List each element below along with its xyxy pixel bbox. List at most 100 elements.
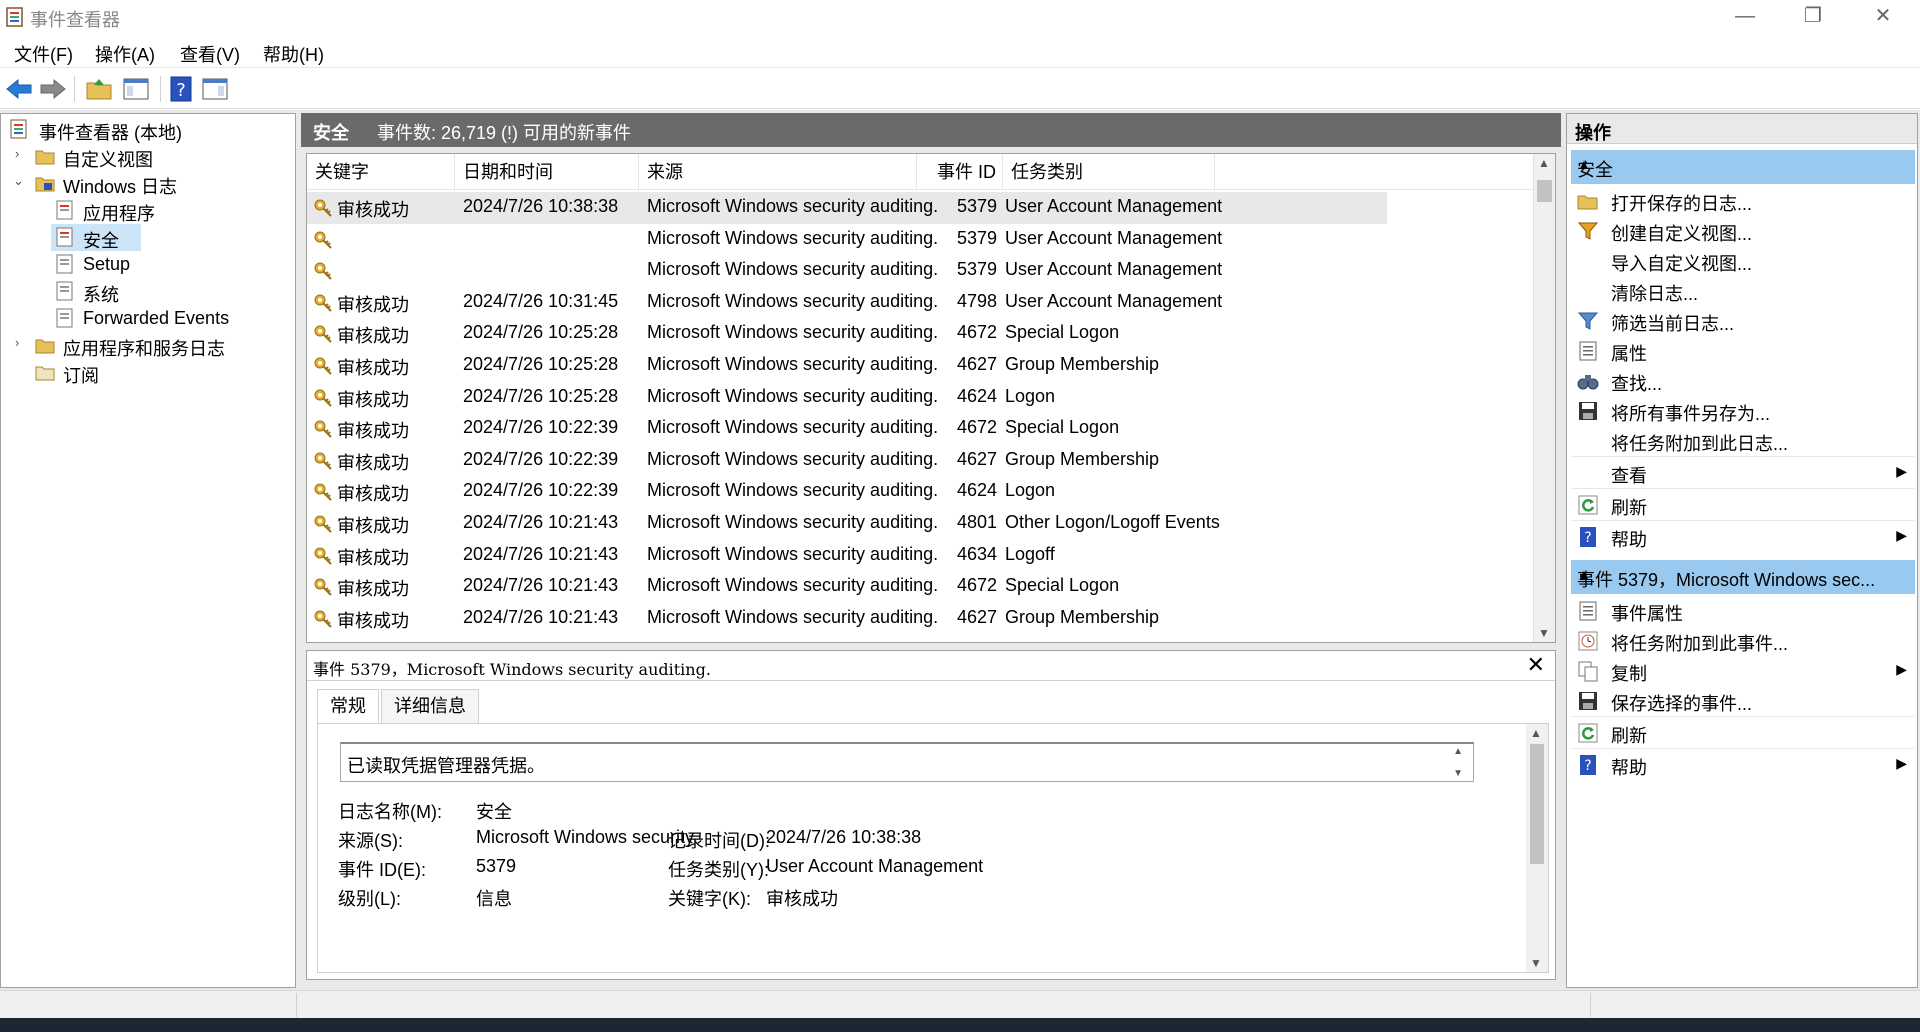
tree-item-custom-views[interactable]: › 自定义视图 bbox=[5, 143, 285, 170]
restore-button[interactable]: ❐ bbox=[1778, 0, 1848, 34]
action-save-all-events[interactable]: 将所有事件另存为... bbox=[1571, 396, 1915, 426]
cell-datetime: 2024/7/26 10:21:43 bbox=[463, 575, 619, 596]
action-clear-log[interactable]: 清除日志... bbox=[1571, 276, 1915, 306]
action-attach-task-to-log[interactable]: 将任务附加到此日志... bbox=[1571, 426, 1915, 456]
action-attach-task-to-event[interactable]: 将任务附加到此事件... bbox=[1571, 626, 1915, 656]
action-refresh[interactable]: 刷新 bbox=[1571, 490, 1915, 520]
column-keyword[interactable]: 关键字 bbox=[307, 154, 455, 190]
action-help-event[interactable]: ? 帮助 ▶ bbox=[1571, 750, 1915, 780]
show-hide-action-pane-icon[interactable] bbox=[200, 74, 230, 104]
action-copy[interactable]: 复制 ▶ bbox=[1571, 656, 1915, 686]
menu-file[interactable]: 文件(F) bbox=[14, 41, 73, 67]
forward-arrow-icon[interactable] bbox=[38, 74, 68, 104]
column-task-category[interactable]: 任务类别 bbox=[1003, 154, 1215, 190]
action-create-custom-view[interactable]: 创建自定义视图... bbox=[1571, 216, 1915, 246]
tree-item-security[interactable]: 安全 bbox=[51, 224, 141, 251]
expand-chevron-icon[interactable]: › bbox=[15, 146, 29, 161]
action-properties[interactable]: 属性 bbox=[1571, 336, 1915, 366]
scroll-down-icon[interactable]: ▼ bbox=[1530, 956, 1542, 970]
column-datetime[interactable]: 日期和时间 bbox=[455, 154, 639, 190]
table-row[interactable]: Microsoft Windows security auditing. 5379… bbox=[307, 224, 1387, 256]
description-box[interactable]: 已读取凭据管理器凭据。 ▲ ▼ bbox=[340, 742, 1474, 782]
tree-item-system[interactable]: 系统 bbox=[51, 278, 171, 305]
table-row[interactable]: 审核成功 2024/7/26 10:22:39 Microsoft Windows … bbox=[307, 445, 1387, 477]
audit-key-icon bbox=[314, 325, 332, 344]
section-event[interactable]: 事件 5379，Microsoft Windows sec... ▲ bbox=[1571, 560, 1915, 594]
close-details-icon[interactable]: ✕ bbox=[1527, 652, 1545, 678]
action-help[interactable]: ? 帮助 ▶ bbox=[1571, 522, 1915, 552]
action-filter-current-log[interactable]: 筛选当前日志... bbox=[1571, 306, 1915, 336]
table-row[interactable]: 审核成功 2024/7/26 10:25:28 Microsoft Windows … bbox=[307, 382, 1387, 414]
action-view[interactable]: 查看 ▶ bbox=[1571, 458, 1915, 488]
scroll-down-icon[interactable]: ▼ bbox=[1538, 626, 1550, 640]
column-source[interactable]: 来源 bbox=[639, 154, 917, 190]
audit-key-icon bbox=[314, 294, 332, 312]
scroll-thumb[interactable] bbox=[1530, 744, 1544, 864]
details-tabs: 常规 详细信息 bbox=[317, 689, 1547, 725]
tree-item-subscriptions[interactable]: 订阅 bbox=[5, 359, 285, 386]
cell-source: Microsoft Windows security auditing. bbox=[647, 385, 939, 406]
minimize-button[interactable]: — bbox=[1710, 0, 1780, 34]
expand-chevron-icon[interactable]: › bbox=[15, 335, 29, 350]
cell-task: Group Membership bbox=[1005, 448, 1160, 469]
collapse-up-icon[interactable]: ▲ bbox=[1577, 156, 1877, 172]
filter-icon bbox=[1577, 222, 1599, 240]
show-hide-tree-icon[interactable] bbox=[121, 74, 151, 104]
action-save-selected-events[interactable]: 保存选择的事件... bbox=[1571, 686, 1915, 716]
table-row[interactable]: 审核成功 2024/7/26 10:25:28 Microsoft Windows … bbox=[307, 318, 1387, 350]
collapse-chevron-icon[interactable]: ⌄ bbox=[13, 173, 27, 189]
cell-source: Microsoft Windows security auditing. bbox=[647, 322, 939, 343]
action-refresh-event[interactable]: 刷新 bbox=[1571, 718, 1915, 748]
folder-up-icon[interactable] bbox=[84, 74, 114, 104]
help-icon[interactable]: ? bbox=[166, 74, 196, 104]
collapse-up-icon[interactable]: ▲ bbox=[1577, 566, 1877, 582]
action-event-properties[interactable]: 事件属性 bbox=[1571, 596, 1915, 626]
menu-help[interactable]: 帮助(H) bbox=[263, 41, 324, 67]
details-title: 事件 5379，Microsoft Windows security audit… bbox=[313, 660, 711, 679]
scroll-thumb[interactable] bbox=[1537, 180, 1552, 202]
submenu-arrow-icon: ▶ bbox=[1896, 661, 1907, 677]
tree-item-windows-logs[interactable]: ⌄ Windows 日志 bbox=[5, 170, 285, 197]
action-import-custom-view[interactable]: 导入自定义视图... bbox=[1571, 246, 1915, 276]
tree-item-forwarded-events[interactable]: Forwarded Events bbox=[51, 305, 271, 332]
table-row[interactable]: Microsoft Windows security auditing. 5379… bbox=[307, 255, 1387, 287]
cell-task: Group Membership bbox=[1005, 606, 1160, 627]
tree-root[interactable]: 事件查看器 (本地) bbox=[5, 116, 285, 143]
tab-general[interactable]: 常规 bbox=[317, 689, 379, 725]
table-row[interactable]: 审核成功 2024/7/26 10:21:43 Microsoft Windows … bbox=[307, 508, 1387, 540]
action-open-saved-log[interactable]: 打开保存的日志... bbox=[1571, 186, 1915, 216]
tree-item-setup[interactable]: Setup bbox=[51, 251, 171, 278]
scroll-up-icon[interactable]: ▲ bbox=[1530, 726, 1542, 740]
tree-item-application[interactable]: 应用程序 bbox=[51, 197, 171, 224]
action-find[interactable]: 查找... bbox=[1571, 366, 1915, 396]
scroll-up-icon[interactable]: ▲ bbox=[1453, 746, 1463, 757]
back-arrow-icon[interactable] bbox=[4, 74, 34, 104]
details-scrollbar[interactable]: ▲ ▼ bbox=[1526, 724, 1548, 972]
cell-task: Special Logon bbox=[1005, 322, 1120, 343]
scroll-down-icon[interactable]: ▼ bbox=[1453, 768, 1463, 779]
table-row[interactable]: 审核成功 2024/7/26 10:22:39 Microsoft Windows … bbox=[307, 413, 1387, 445]
action-label: 刷新 bbox=[1611, 726, 1647, 746]
table-row[interactable]: 审核成功 2024/7/26 10:25:28 Microsoft Windows … bbox=[307, 350, 1387, 382]
cell-id: 4672 bbox=[956, 322, 997, 343]
table-row[interactable]: 审核成功 2024/7/26 10:21:43 Microsoft Windows … bbox=[307, 571, 1387, 603]
menu-view[interactable]: 查看(V) bbox=[180, 41, 240, 67]
table-row[interactable]: 审核成功 2024/7/26 10:21:43 Microsoft Windows … bbox=[307, 603, 1387, 635]
menu-action[interactable]: 操作(A) bbox=[95, 41, 155, 67]
refresh-icon bbox=[1578, 495, 1598, 515]
section-security[interactable]: 安全 ▲ bbox=[1571, 150, 1915, 184]
tree-item-apps-services-logs[interactable]: › 应用程序和服务日志 bbox=[5, 332, 285, 359]
vertical-scrollbar[interactable]: ▲ ▼ bbox=[1533, 154, 1555, 642]
tree-label: 订阅 bbox=[63, 366, 99, 386]
table-row[interactable]: 审核成功 2024/7/26 10:21:43 Microsoft Windows … bbox=[307, 540, 1387, 572]
submenu-arrow-icon: ▶ bbox=[1896, 463, 1907, 479]
tab-details[interactable]: 详细信息 bbox=[381, 689, 479, 723]
scroll-up-icon[interactable]: ▲ bbox=[1538, 156, 1550, 170]
column-event-id[interactable]: 事件 ID bbox=[917, 154, 1003, 190]
table-row[interactable]: 审核成功 2024/7/26 10:38:38 Microsoft Windows … bbox=[307, 192, 1387, 224]
audit-key-icon bbox=[314, 357, 332, 375]
table-row[interactable]: 审核成功 2024/7/26 10:31:45 Microsoft Windows … bbox=[307, 287, 1387, 319]
table-row[interactable]: 审核成功 2024/7/26 10:22:39 Microsoft Windows … bbox=[307, 476, 1387, 508]
close-window-button[interactable]: ✕ bbox=[1848, 0, 1918, 34]
cell-task: Logoff bbox=[1005, 543, 1055, 564]
